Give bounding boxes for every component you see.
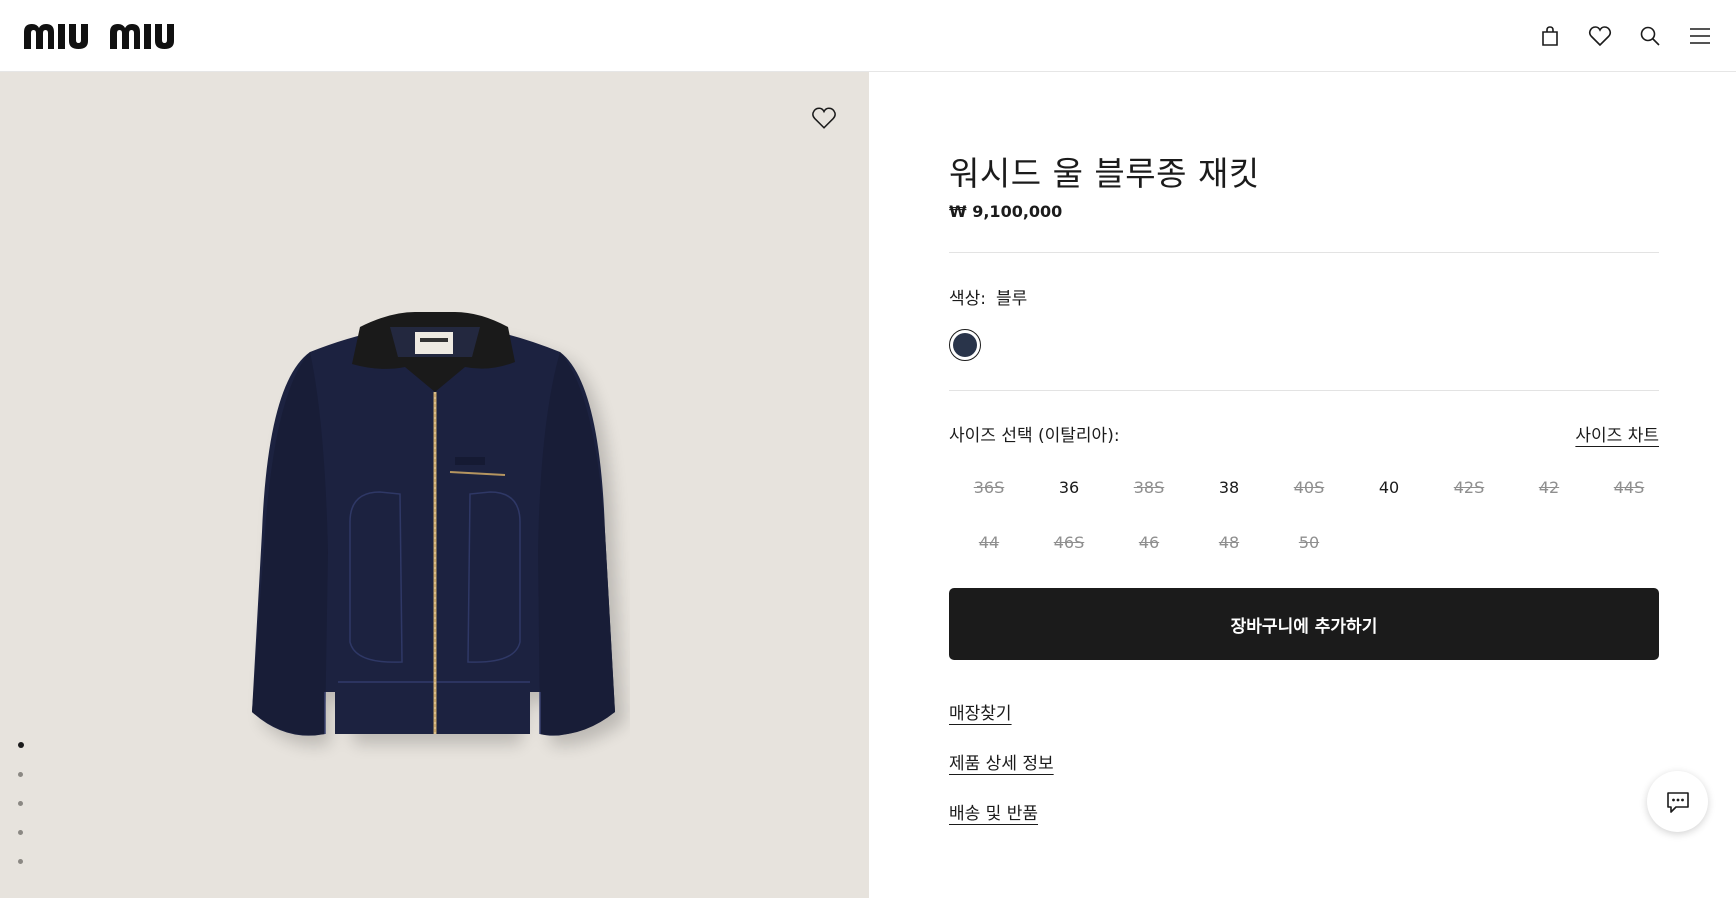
bag-icon[interactable]	[1538, 24, 1562, 48]
size-option[interactable]: 46S	[1029, 523, 1109, 561]
gallery-pagination	[18, 742, 24, 864]
size-option[interactable]: 44S	[1589, 468, 1669, 506]
swatch-fill	[953, 333, 977, 357]
size-option[interactable]: 40	[1349, 468, 1429, 506]
header-actions	[1538, 24, 1714, 48]
color-value: 블루	[996, 289, 1028, 309]
size-option[interactable]: 40S	[1269, 468, 1349, 506]
product-details-link[interactable]: 제품 상세 정보	[949, 749, 1054, 774]
miu-miu-logo[interactable]	[22, 19, 190, 53]
gallery-dot[interactable]	[18, 772, 23, 777]
color-label: 색상:	[949, 289, 987, 309]
size-chart-link[interactable]: 사이즈 차트	[1575, 421, 1659, 446]
chat-icon	[1666, 791, 1689, 813]
gallery-dot[interactable]	[18, 859, 23, 864]
chat-button[interactable]	[1647, 771, 1708, 832]
add-to-cart-button[interactable]: 장바구니에 추가하기	[949, 588, 1659, 660]
color-row: 색상: 블루	[949, 284, 1027, 309]
product-title: 워시드 울 블루종 재킷	[949, 154, 1260, 193]
store-locator-link[interactable]: 매장찾기	[949, 699, 1012, 724]
gallery-dot[interactable]	[18, 742, 24, 748]
favorite-heart-icon[interactable]	[811, 105, 837, 131]
heart-icon[interactable]	[1588, 24, 1612, 48]
menu-icon[interactable]	[1688, 24, 1712, 48]
color-swatch-blue[interactable]	[949, 329, 981, 361]
gallery-dot[interactable]	[18, 830, 23, 835]
size-option[interactable]: 42S	[1429, 468, 1509, 506]
size-option[interactable]: 48	[1189, 523, 1269, 561]
divider	[949, 390, 1659, 391]
divider	[949, 252, 1659, 253]
jacket-product-image	[252, 312, 625, 746]
size-options: 36S 36 38S 38 40S 40 42S 42 44S 44 46S 46 48 50	[949, 468, 1669, 561]
logo-wordmark	[24, 23, 174, 49]
size-option[interactable]: 38	[1189, 468, 1269, 506]
size-option[interactable]: 46	[1109, 523, 1189, 561]
gallery-dot[interactable]	[18, 801, 23, 806]
size-option[interactable]: 50	[1269, 523, 1349, 561]
product-price: ₩ 9,100,000	[949, 202, 1063, 221]
product-image-gallery[interactable]	[0, 72, 869, 898]
size-option[interactable]: 36S	[949, 468, 1029, 506]
size-header: 사이즈 선택 (이탈리아): 사이즈 차트	[949, 421, 1659, 446]
size-option[interactable]: 44	[949, 523, 1029, 561]
size-option[interactable]: 38S	[1109, 468, 1189, 506]
size-option[interactable]: 42	[1509, 468, 1589, 506]
search-icon[interactable]	[1638, 24, 1662, 48]
size-label: 사이즈 선택 (이탈리아):	[949, 426, 1120, 446]
shipping-returns-link[interactable]: 배송 및 반품	[949, 799, 1038, 824]
site-header	[0, 0, 1736, 72]
size-option[interactable]: 36	[1029, 468, 1109, 506]
